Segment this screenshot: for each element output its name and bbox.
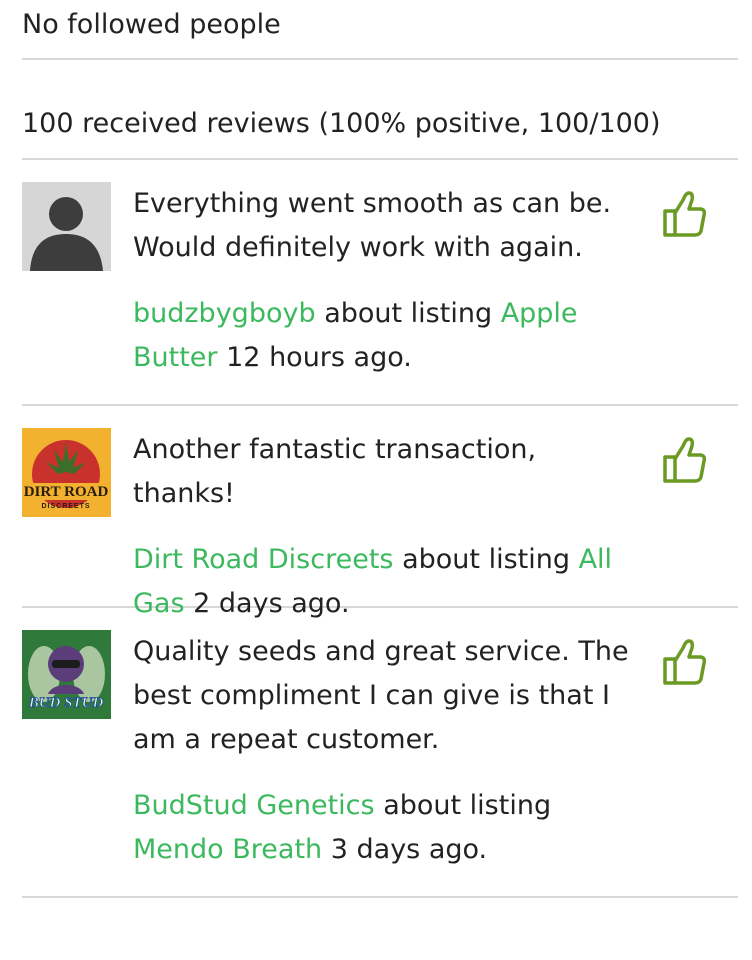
review-item: DIRT ROAD DISCREETS Another fantastic tr… <box>22 406 738 619</box>
reviewer-avatar[interactable]: BUD STUD <box>22 630 111 719</box>
svg-text:BUD STUD: BUD STUD <box>28 695 104 711</box>
review-item: Everything went smooth as can be. Would … <box>22 160 738 406</box>
review-meta: BudStud Genetics about listing Mendo Bre… <box>133 784 643 872</box>
about-listing-text: about listing <box>402 544 570 575</box>
reviewer-link[interactable]: budzbygboyb <box>133 298 316 329</box>
svg-text:DIRT ROAD: DIRT ROAD <box>24 484 109 500</box>
review-time: 12 hours ago. <box>226 342 412 373</box>
reviewer-avatar[interactable] <box>22 182 111 271</box>
reviewer-avatar[interactable]: DIRT ROAD DISCREETS <box>22 428 111 517</box>
default-user-icon <box>22 182 111 271</box>
thumbs-up-icon <box>663 639 706 685</box>
review-meta: budzbygboyb about listing Apple Butter 1… <box>133 292 643 380</box>
review-content: Quality seeds and great service. The bes… <box>133 630 643 872</box>
review-content: Everything went smooth as can be. Would … <box>133 182 643 380</box>
review-content: Another fantastic transaction, thanks! D… <box>133 428 643 626</box>
review-time: 3 days ago. <box>330 834 488 865</box>
budstud-logo: BUD STUD <box>22 630 111 719</box>
reviews-summary: 100 received reviews (100% positive, 100… <box>22 60 738 160</box>
review-item: BUD STUD Quality seeds and great service… <box>22 608 738 898</box>
about-listing-text: about listing <box>324 298 493 329</box>
reviewer-link[interactable]: Dirt Road Discreets <box>133 544 393 575</box>
svg-text:DISCREETS: DISCREETS <box>41 503 90 510</box>
followed-people-status: No followed people <box>22 0 738 60</box>
review-comment: Quality seeds and great service. The bes… <box>133 636 629 755</box>
thumbs-up-icon <box>663 191 706 237</box>
reviews-page: No followed people 100 received reviews … <box>22 0 738 898</box>
review-comment: Everything went smooth as can be. Would … <box>133 188 612 263</box>
about-listing-text: about listing <box>383 790 552 821</box>
dirt-road-discreets-logo: DIRT ROAD DISCREETS <box>22 428 111 517</box>
listing-link[interactable]: Mendo Breath <box>133 834 322 865</box>
reviewer-link[interactable]: BudStud Genetics <box>133 790 375 821</box>
review-comment: Another fantastic transaction, thanks! <box>133 434 537 509</box>
thumbs-up-icon <box>663 437 706 483</box>
